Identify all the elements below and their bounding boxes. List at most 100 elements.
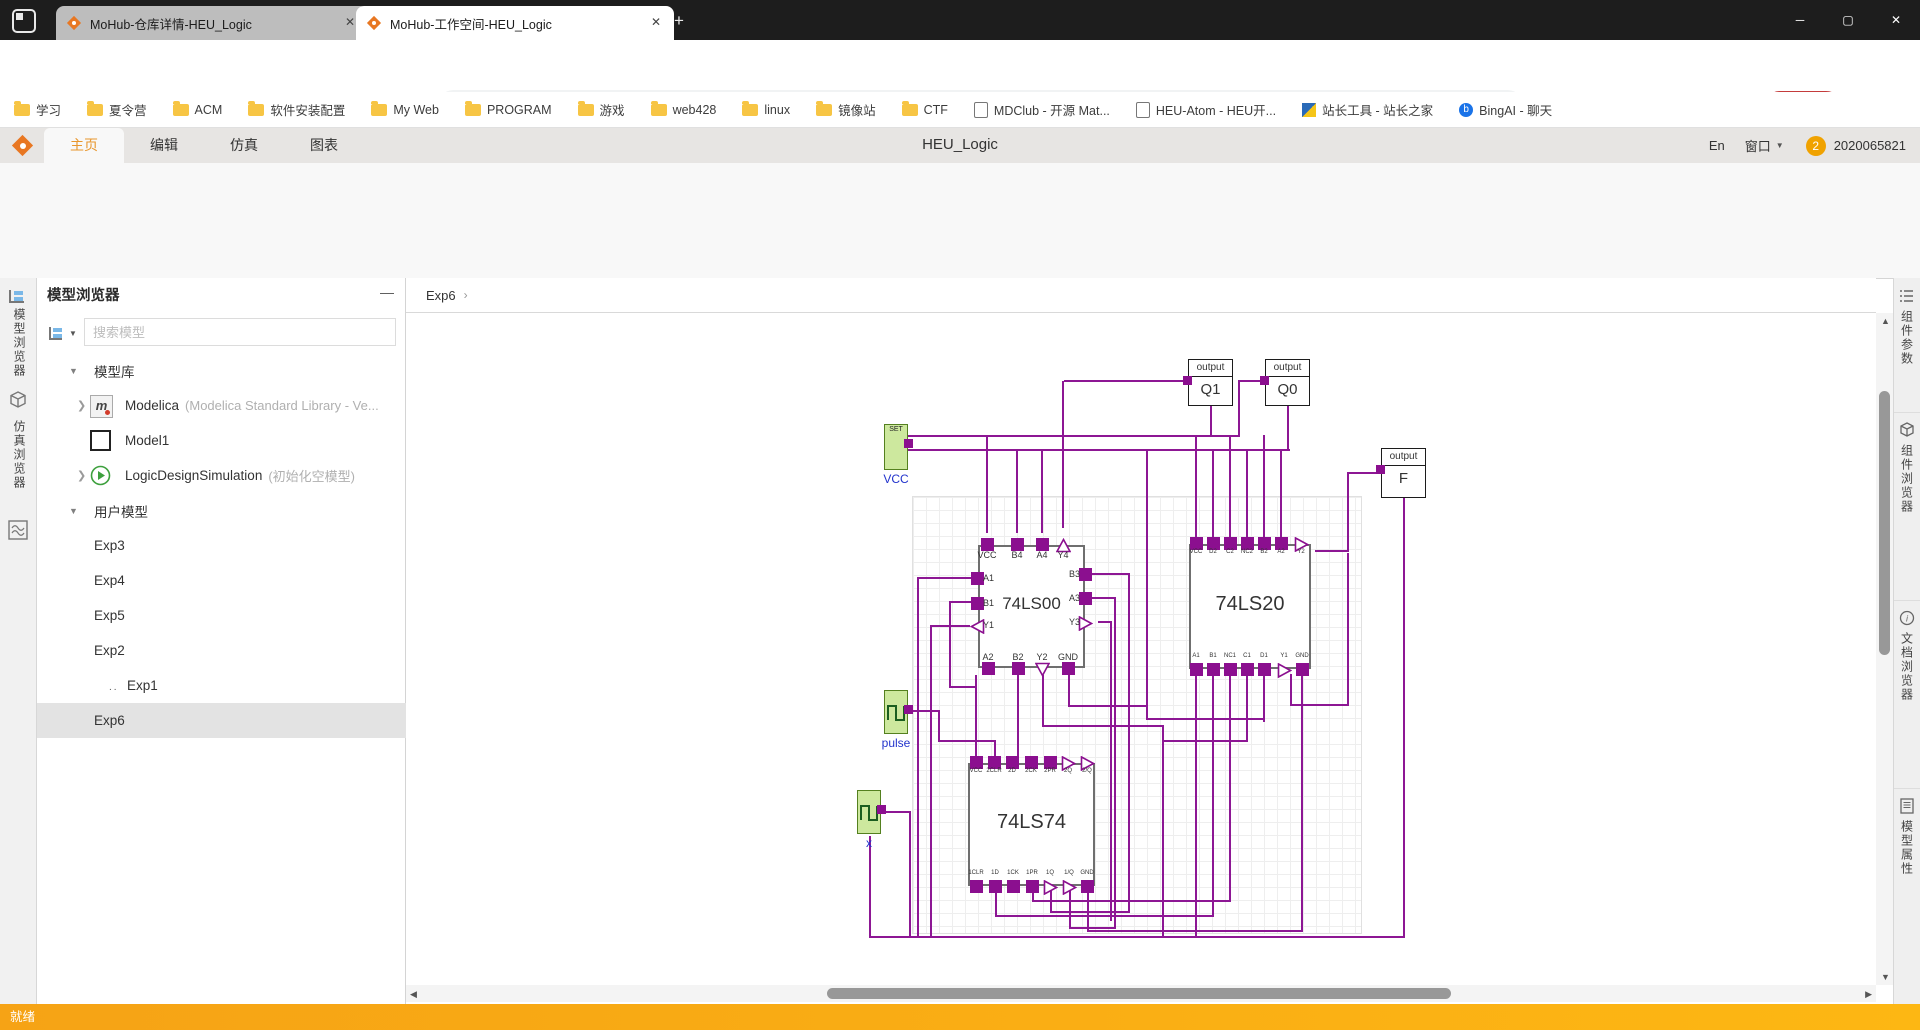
window-menu[interactable]: 窗口 (1745, 136, 1771, 155)
tree-item-Exp5[interactable]: Exp5 (37, 598, 406, 633)
bookmark-item[interactable]: linux (742, 100, 790, 117)
output-block-Q1[interactable]: output Q1 (1188, 359, 1233, 406)
close-button[interactable]: ✕ (1872, 0, 1920, 40)
bookmark-item[interactable]: CTF (901, 100, 948, 117)
bookmark-item[interactable]: MDClub - 开源 Mat... (973, 100, 1110, 119)
bookmark-item[interactable]: 学习 (14, 100, 61, 119)
bookmark-item[interactable]: b BingAI - 聊天 (1459, 100, 1552, 119)
ribbon-tab-主页[interactable]: 主页 (44, 128, 124, 163)
tree-item-Exp1[interactable]: .. Exp1 (37, 668, 406, 703)
breadcrumb: Exp6 › (406, 278, 1876, 313)
pin-NC1[interactable] (1223, 662, 1237, 676)
expand-icon[interactable]: ❯ (77, 399, 86, 412)
bookmark-item[interactable]: ACM (172, 100, 222, 117)
tab-close-icon[interactable]: ✕ (648, 15, 664, 31)
scroll-up-icon[interactable]: ▲ (1881, 316, 1890, 326)
bookmark-item[interactable]: web428 (650, 100, 716, 117)
folder-icon (14, 100, 30, 116)
maximize-button[interactable]: ▢ (1824, 0, 1872, 40)
pin-GND[interactable] (1080, 879, 1094, 893)
browser-tab-1[interactable]: MoHub-仓库详情-HEU_Logic ✕ (56, 6, 368, 40)
dock-tab-文档浏览器[interactable]: i 文档浏览器 (1894, 600, 1920, 789)
pin-A2[interactable] (981, 661, 995, 675)
new-tab-button[interactable]: + (668, 10, 690, 32)
pin-1D[interactable] (988, 879, 1002, 893)
ribbon-tab-图表[interactable]: 图表 (284, 128, 364, 163)
pin-1PR[interactable] (1025, 879, 1039, 893)
bookmark-item[interactable]: 游戏 (577, 100, 625, 119)
panel-minimize-icon[interactable]: — (378, 284, 396, 302)
bookmark-item[interactable]: My Web (371, 100, 439, 117)
bookmark-item[interactable]: 镜像站 (816, 100, 876, 119)
source-pin[interactable] (904, 705, 913, 714)
diagram-canvas[interactable]: 74LS00 VCC B4 A4 Y4 A2 B2 Y2 GND A1 B1 Y1 B3 A3 Y3 74LS… (406, 313, 1876, 985)
sidebar-tab-sim-browser[interactable]: 仿真浏览器 (11, 420, 28, 490)
browser-tab-2-active[interactable]: MoHub-工作空间-HEU_Logic ✕ (356, 6, 674, 40)
model-browser-tab-icon[interactable] (8, 288, 26, 309)
pin-D1[interactable] (1257, 662, 1271, 676)
notification-badge[interactable]: 2 (1805, 135, 1826, 156)
output-block-F[interactable]: output F (1381, 448, 1426, 498)
breadcrumb-item[interactable]: Exp6 (426, 288, 456, 303)
pin-GND[interactable] (1295, 662, 1309, 676)
bookmark-item[interactable]: HEU-Atom - HEU开... (1135, 100, 1276, 119)
pin-GND[interactable] (1061, 661, 1075, 675)
output-pin[interactable] (1260, 376, 1269, 385)
output-pin[interactable] (1183, 376, 1192, 385)
collapse-icon[interactable]: ▼ (69, 506, 78, 516)
output-pin[interactable] (1376, 465, 1385, 474)
horizontal-scrollbar[interactable]: ◀ ▶ (406, 985, 1876, 1002)
scroll-right-icon[interactable]: ▶ (1865, 989, 1872, 1000)
tree-item-Exp2[interactable]: Exp2 (37, 633, 406, 668)
ribbon-tab-编辑[interactable]: 编辑 (124, 128, 204, 163)
source-pin[interactable] (877, 805, 886, 814)
dock-tab-组件浏览器[interactable]: 组件浏览器 (1894, 412, 1920, 601)
bookmark-item[interactable]: 软件安装配置 (248, 100, 345, 119)
minimize-button[interactable]: ─ (1776, 0, 1824, 40)
horizontal-scroll-thumb[interactable] (827, 988, 1451, 999)
tree-item-Exp4[interactable]: Exp4 (37, 563, 406, 598)
pin-1/Q-output[interactable] (1062, 879, 1077, 895)
tree-item-LogicDesignSimulation[interactable]: ❯ LogicDesignSimulation (初始化空模型) (37, 458, 406, 493)
tree-item-用户模型[interactable]: ▼ 用户模型 (37, 493, 406, 528)
pin-1CLR[interactable] (969, 879, 983, 893)
pin-1Q-output[interactable] (1043, 879, 1058, 895)
pin-A1[interactable] (1189, 662, 1203, 676)
tree-item-Exp6[interactable]: Exp6 (37, 703, 406, 738)
pin-Y2-output[interactable] (1034, 662, 1050, 677)
component-cube-icon[interactable] (8, 390, 28, 415)
chevron-down-icon[interactable]: ▼ (1776, 141, 1784, 150)
collapse-icon[interactable]: ▼ (69, 366, 78, 376)
sim-browser-wave-icon[interactable] (8, 520, 28, 545)
output-block-Q0[interactable]: output Q0 (1265, 359, 1310, 406)
tree-item-Modelica[interactable]: ❯ m Modelica (Modelica Standard Library - V… (37, 388, 406, 423)
pin-1CK[interactable] (1006, 879, 1020, 893)
tree-item-Exp3[interactable]: Exp3 (37, 528, 406, 563)
tree-item-Model1[interactable]: Model1 (37, 423, 406, 458)
search-filter-button[interactable]: ▼ (47, 318, 79, 348)
dock-tab-组件参数[interactable]: 组件参数 (1894, 278, 1920, 413)
scroll-left-icon[interactable]: ◀ (410, 989, 417, 1000)
pin-B1[interactable] (1206, 662, 1220, 676)
vertical-scrollbar[interactable]: ▲ ▼ (1876, 313, 1893, 985)
user-id[interactable]: 2020065821 (1834, 138, 1906, 153)
sidebar-tab-model-browser[interactable]: 模型浏览器 (11, 308, 28, 378)
search-input[interactable] (84, 318, 396, 346)
pin-A3[interactable] (1078, 591, 1092, 605)
scroll-down-icon[interactable]: ▼ (1881, 972, 1890, 982)
vertical-scroll-thumb[interactable] (1879, 391, 1890, 655)
source-pin[interactable] (904, 439, 913, 448)
pin-B2[interactable] (1011, 661, 1025, 675)
bookmark-item[interactable]: 夏令营 (87, 100, 147, 119)
pin-C1[interactable] (1240, 662, 1254, 676)
pin-B3[interactable] (1078, 567, 1092, 581)
pin-Y1-output[interactable] (1277, 662, 1292, 678)
expand-icon[interactable]: ❯ (77, 469, 86, 482)
dock-tab-模型属性[interactable]: 模型属性 (1894, 788, 1920, 988)
ribbon-tab-仿真[interactable]: 仿真 (204, 128, 284, 163)
bookmark-item[interactable]: PROGRAM (464, 100, 552, 117)
tab-actions-icon[interactable] (12, 9, 36, 33)
language-toggle[interactable]: En (1709, 138, 1725, 153)
bookmark-item[interactable]: 站长工具 - 站长之家 (1302, 100, 1433, 119)
tree-item-模型库[interactable]: ▼ 模型库 (37, 353, 406, 388)
